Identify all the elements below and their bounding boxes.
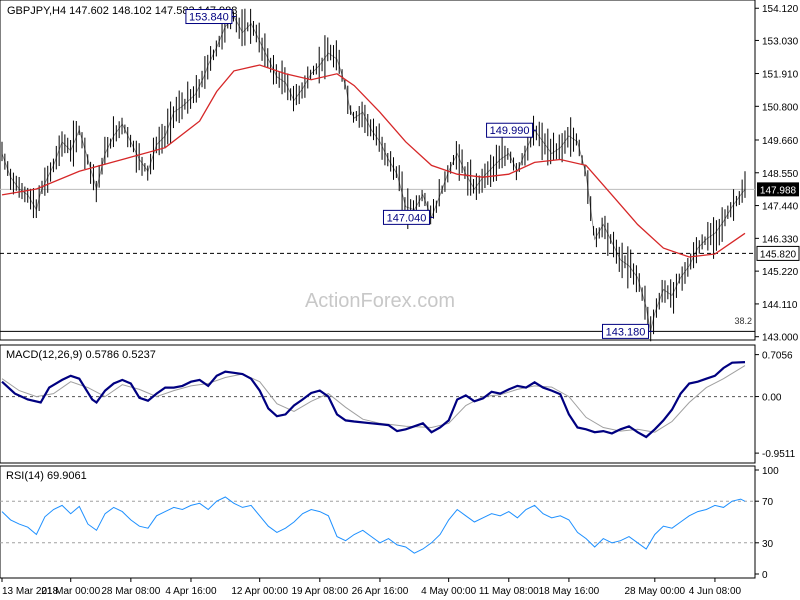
price-annotation-label: 149.990 (490, 125, 530, 137)
time-axis: 13 Mar 201821 Mar 00:00 28 Mar 08:00 4 Apr… (1, 578, 742, 597)
rsi-pane: RSI(14) 69.9061 100 70 30 0 (0, 465, 779, 581)
price-tick-label: 149.660 (762, 136, 799, 147)
price-annotation-label: 153.840 (189, 12, 229, 24)
price-tick-label: 145.220 (762, 267, 799, 278)
level-price-tag: 145.820 (756, 245, 800, 261)
macd-tick-label: 0.00 (762, 393, 782, 404)
price-tick-label: 147.440 (762, 202, 799, 213)
time-tick-label: 4 Jun 08:00 (689, 586, 742, 597)
time-tick-label: 28 May 00:00 (625, 586, 686, 597)
time-tick-label: 12 Apr 00:00 (231, 586, 288, 597)
time-tick-label: 11 May 08:00 (479, 586, 539, 597)
price-tick-label: 143.000 (762, 333, 799, 344)
time-tick-label: 28 Mar 08:00 (101, 586, 160, 597)
time-tick-label: 26 Apr 16:00 (352, 586, 409, 597)
last-price-tag: 147.988 (757, 182, 799, 197)
rsi-pane-frame (0, 465, 756, 579)
time-tick-label: 4 Apr 16:00 (165, 586, 217, 597)
last-price-label: 147.988 (760, 185, 797, 196)
price-y-ticks: 154.120 153.030 151.910 150.800 149.660 148.5… (755, 4, 799, 344)
price-tick-label: 150.800 (762, 102, 799, 113)
watermark: ActionForex.com (305, 290, 455, 312)
rsi-y-ticks: 100 70 30 0 (755, 466, 779, 581)
rsi-tick-label: 0 (762, 570, 768, 581)
fib-label: 38.2 (734, 316, 752, 326)
price-tick-label: 153.030 (762, 36, 799, 47)
time-tick-label: 18 May 16:00 (539, 586, 600, 597)
price-tick-label: 144.110 (762, 300, 798, 311)
macd-tick-label: 0.7056 (762, 351, 793, 362)
price-pane: GBPJPY,H4 147.602 148.102 147.583 147.98… (0, 0, 800, 344)
time-tick-label: 19 Apr 08:00 (291, 586, 348, 597)
rsi-title: RSI(14) 69.9061 (6, 470, 87, 482)
price-tick-label: 146.330 (762, 234, 799, 245)
macd-tick-label: -0.9511 (762, 449, 796, 460)
time-tick-label: 4 May 00:00 (421, 586, 476, 597)
rsi-tick-label: 30 (762, 539, 774, 550)
macd-y-ticks: 0.7056 0.00 -0.9511 (755, 351, 796, 460)
macd-pane: MACD(12,26,9) 0.5786 0.5237 0.7056 0.00 -0… (0, 344, 796, 464)
level-price-label: 145.820 (760, 249, 797, 260)
rsi-tick-label: 100 (762, 466, 779, 477)
price-tick-label: 148.550 (762, 169, 799, 180)
price-annotation-label: 147.040 (387, 212, 427, 224)
macd-pane-frame (0, 344, 756, 464)
price-annotation-label: 143.180 (606, 326, 646, 338)
forex-chart: GBPJPY,H4 147.602 148.102 147.583 147.98… (0, 0, 800, 597)
price-tick-label: 151.910 (762, 70, 799, 81)
rsi-tick-label: 70 (762, 497, 774, 508)
time-tick-label: 21 Mar 00:00 (41, 586, 100, 597)
macd-title: MACD(12,26,9) 0.5786 0.5237 (6, 349, 156, 361)
price-tick-label: 154.120 (762, 4, 799, 15)
